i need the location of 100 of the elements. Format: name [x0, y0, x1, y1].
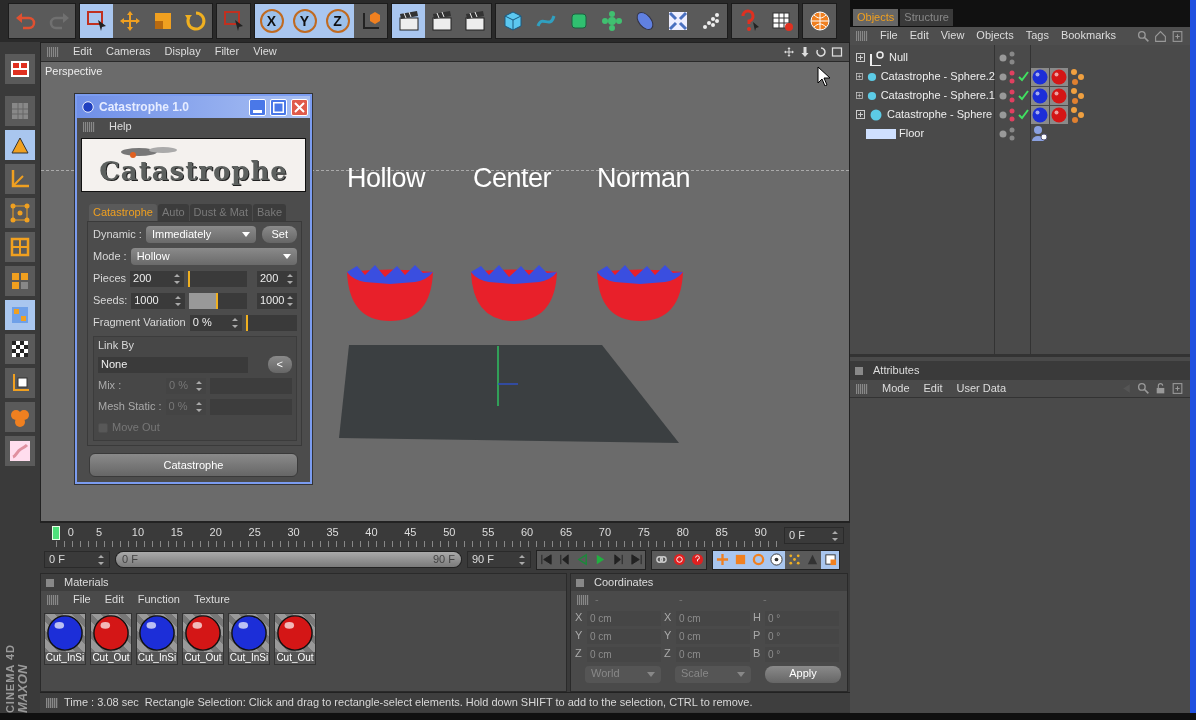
link-button[interactable]: < — [267, 356, 292, 374]
menu-item[interactable]: Bookmarks — [1060, 29, 1116, 43]
tool-button[interactable] — [5, 334, 35, 364]
visibility-dots[interactable] — [999, 87, 1015, 104]
menu-item[interactable]: File — [73, 593, 91, 607]
material-swatch[interactable]: Cut_Out — [274, 613, 316, 665]
material-tag-icon[interactable] — [1050, 86, 1068, 105]
set-button[interactable]: Set — [262, 226, 297, 244]
menu-item[interactable]: Function — [137, 593, 180, 607]
menu-item[interactable]: Edit — [909, 29, 929, 43]
visibility-dots[interactable] — [999, 68, 1015, 85]
expand-icon[interactable] — [856, 110, 865, 119]
playback-button[interactable] — [785, 550, 803, 569]
axis-lock-button[interactable]: Y — [288, 4, 321, 38]
material-tag-icon[interactable] — [1031, 105, 1049, 124]
visibility-dots[interactable] — [999, 49, 1015, 66]
tool-button[interactable] — [5, 368, 35, 398]
arrow-down-icon[interactable] — [799, 46, 811, 58]
menu-item[interactable]: Tags — [1025, 29, 1049, 43]
search-icon[interactable] — [1137, 382, 1150, 395]
grip-handle[interactable] — [856, 383, 868, 394]
tab[interactable]: Structure — [900, 8, 953, 26]
grip-handle[interactable] — [83, 122, 95, 132]
lock-icon[interactable] — [1154, 382, 1167, 395]
spinner-icon[interactable] — [286, 294, 294, 307]
frame-field[interactable]: 0 F — [784, 527, 844, 544]
timeline-ruler[interactable]: 0 5 10 15 20 25 30 35 40 45 50 55 60 65 70 75 80 85 90 — [40, 523, 780, 549]
object-name[interactable]: Catastrophe - Sphere.1 — [880, 88, 995, 103]
spinner-icon[interactable] — [518, 553, 526, 566]
maximize-icon[interactable] — [831, 46, 843, 58]
new-window-icon[interactable] — [1171, 382, 1184, 395]
compositing-tag-icon[interactable] — [1031, 124, 1047, 143]
material-swatch[interactable]: Cut_InSi — [228, 613, 270, 665]
rotate-icon[interactable] — [815, 46, 827, 58]
dynamics-tag-icon[interactable] — [1069, 67, 1085, 86]
material-swatch[interactable]: Cut_Out — [90, 613, 132, 665]
frame-field[interactable]: 90 F — [467, 551, 531, 568]
playback-button[interactable] — [821, 550, 839, 569]
menu-item[interactable]: Mode — [882, 381, 910, 396]
expand-icon[interactable] — [856, 72, 863, 81]
range-slider[interactable]: 0 F 90 F — [115, 551, 462, 568]
number-field[interactable]: 200 — [130, 270, 185, 287]
dropdown[interactable]: Immediately — [145, 226, 256, 244]
expand-icon[interactable] — [856, 53, 865, 62]
expand-icon[interactable] — [856, 91, 863, 100]
material-swatch[interactable]: Cut_Out — [182, 613, 224, 665]
move-icon[interactable] — [783, 46, 795, 58]
number-field[interactable]: 200 — [257, 270, 297, 287]
number-field[interactable]: 0 % — [189, 314, 242, 331]
menu-item[interactable]: Objects — [976, 29, 1014, 43]
spinner-icon[interactable] — [174, 294, 183, 307]
dropdown[interactable]: Hollow — [130, 248, 297, 266]
material-swatch[interactable]: Cut_InSi — [136, 613, 178, 665]
catastrophe-button[interactable]: Catastrophe — [89, 453, 298, 478]
menu-item[interactable]: Edit — [923, 381, 943, 396]
menu-item[interactable]: View — [253, 45, 277, 59]
menu-item[interactable]: Edit — [73, 45, 92, 59]
grip-handle[interactable] — [47, 47, 59, 57]
object-name[interactable]: Catastrophe - Sphere — [887, 107, 993, 122]
menu-item[interactable]: Help — [109, 120, 132, 134]
tool-button[interactable] — [392, 4, 425, 38]
material-tag-icon[interactable] — [1050, 67, 1068, 86]
visibility-dots[interactable] — [999, 125, 1015, 142]
number-field[interactable]: 1000 — [257, 292, 297, 309]
grip-handle[interactable] — [47, 595, 59, 605]
tool-button[interactable] — [5, 54, 35, 84]
menu-item[interactable]: Display — [164, 45, 201, 59]
menu-item[interactable]: File — [880, 29, 898, 43]
slider[interactable] — [189, 292, 247, 309]
dynamics-tag-icon[interactable] — [1069, 86, 1085, 105]
slider[interactable] — [245, 314, 297, 331]
spinner-icon[interactable] — [97, 553, 105, 566]
close-button[interactable] — [291, 98, 308, 116]
grip-handle[interactable] — [856, 31, 868, 41]
spinner-icon[interactable] — [230, 316, 239, 329]
search-icon[interactable] — [1137, 29, 1150, 43]
material-tag-icon[interactable] — [1031, 67, 1049, 86]
spinner-icon[interactable] — [831, 529, 839, 542]
link-field[interactable]: None — [98, 356, 248, 373]
material-tag-icon[interactable] — [1031, 86, 1049, 105]
material-tag-icon[interactable] — [1050, 105, 1068, 124]
object-name[interactable]: Floor — [899, 126, 925, 141]
slider[interactable] — [188, 270, 247, 287]
spinner-icon[interactable] — [286, 272, 294, 285]
dynamics-tag-icon[interactable] — [1069, 105, 1085, 124]
menu-item[interactable]: Cameras — [105, 45, 151, 59]
frame-field[interactable]: 0 F — [44, 551, 110, 568]
playback-button[interactable] — [713, 550, 731, 569]
visibility-dots[interactable] — [999, 106, 1015, 123]
menu-item[interactable]: Texture — [193, 593, 230, 607]
grip-handle[interactable] — [577, 595, 589, 605]
axis-lock-button[interactable]: X — [255, 4, 288, 38]
number-field[interactable]: 1000 — [131, 292, 186, 309]
spinner-icon[interactable] — [173, 272, 182, 285]
home-icon[interactable] — [1154, 29, 1167, 43]
new-window-icon[interactable] — [1171, 29, 1184, 43]
playback-button[interactable] — [767, 550, 785, 569]
apply-button[interactable]: Apply — [765, 665, 841, 683]
menu-item[interactable]: View — [940, 29, 965, 43]
minimize-button[interactable] — [249, 98, 266, 116]
